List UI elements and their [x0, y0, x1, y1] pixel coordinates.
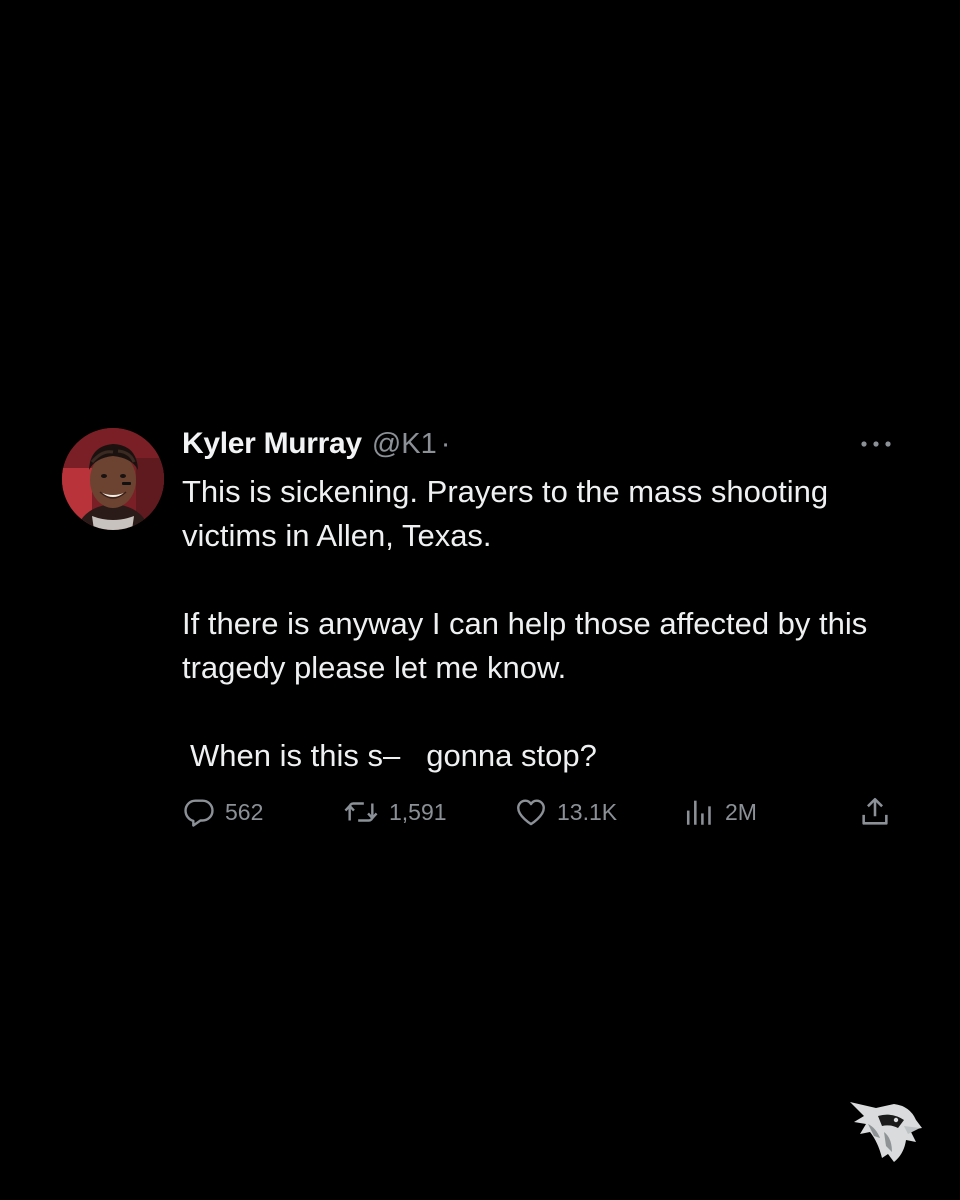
tweet-last-line-start: When is this s–: [190, 738, 401, 773]
separator-dot: ·: [440, 427, 451, 460]
reply-count: 562: [225, 798, 264, 825]
views-button[interactable]: 2M: [682, 790, 757, 834]
heart-icon: [517, 799, 545, 826]
repost-icon: [344, 802, 378, 822]
handle[interactable]: @K1: [372, 428, 437, 461]
views-bar-chart-icon: [686, 800, 711, 825]
tweet-card: Kyler Murray @K1 · This is sickening. Pr…: [62, 424, 902, 844]
display-name[interactable]: Kyler Murray: [182, 427, 362, 461]
tweet-paragraph: This is sickening. Prayers to the mass s…: [182, 474, 829, 553]
share-upload-icon: [862, 797, 888, 825]
repost-count: 1,591: [389, 798, 447, 825]
tweet-actions: 562 1,591 13.1K 2M: [182, 790, 902, 834]
reply-button[interactable]: 562: [182, 790, 263, 834]
like-count: 13.1K: [557, 798, 618, 825]
tweet-paragraph: When is this s– gonna stop?: [182, 734, 902, 778]
share-button[interactable]: [858, 790, 892, 834]
tweet-last-line-end: gonna stop?: [426, 738, 597, 773]
avatar-photo: [62, 428, 164, 530]
tweet-text: This is sickening. Prayers to the mass s…: [182, 470, 902, 778]
tweet-header: Kyler Murray @K1 ·: [182, 424, 902, 464]
more-dots-icon[interactable]: [858, 432, 894, 456]
tweet-content: Kyler Murray @K1 · This is sickening. Pr…: [182, 424, 902, 778]
arizona-cardinals-logo: [848, 1098, 924, 1166]
repost-button[interactable]: 1,591: [342, 790, 447, 834]
avatar[interactable]: [62, 428, 164, 530]
views-count: 2M: [725, 798, 757, 825]
reply-icon: [184, 799, 214, 827]
like-button[interactable]: 13.1K: [514, 790, 617, 834]
tweet-paragraph: If there is anyway I can help those affe…: [182, 606, 868, 685]
